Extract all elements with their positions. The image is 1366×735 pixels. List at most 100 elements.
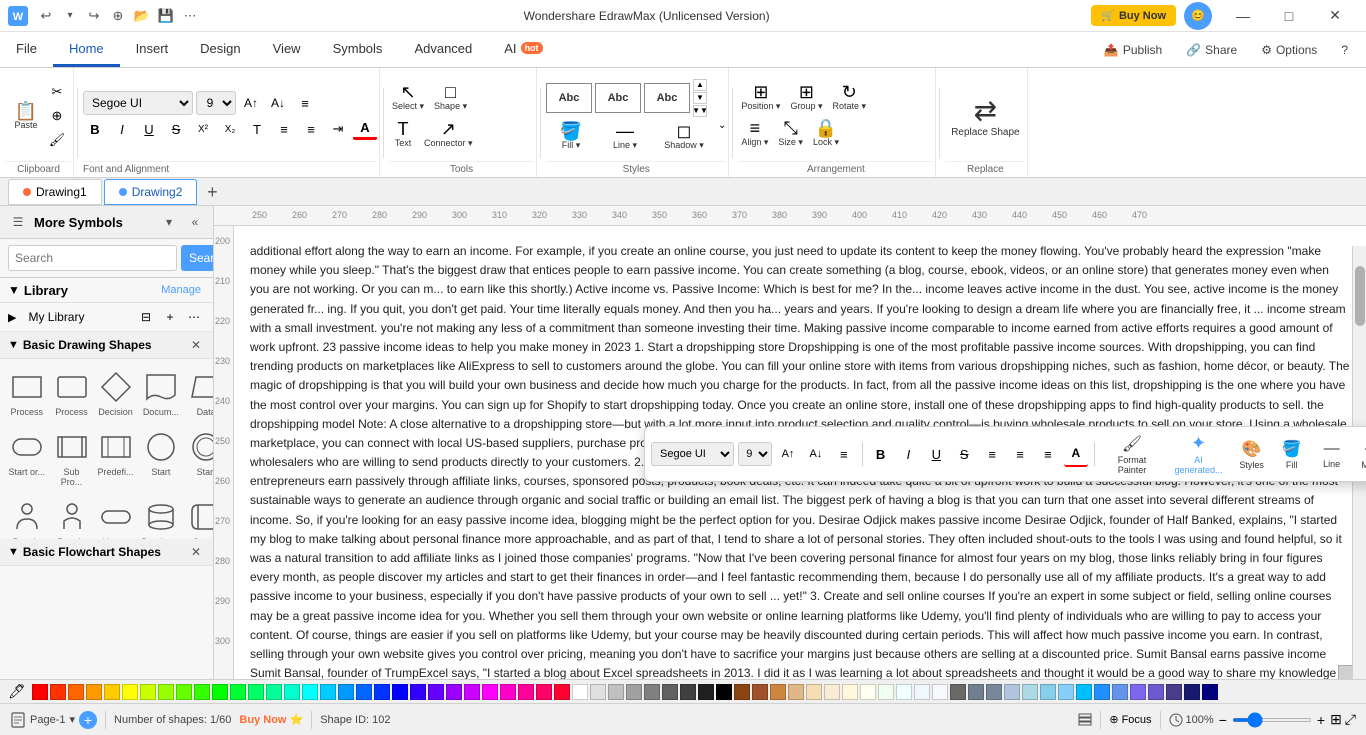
close-button[interactable]: ✕ (1312, 0, 1358, 32)
color-swatch[interactable] (122, 684, 138, 700)
redo-button[interactable]: ↪ (82, 4, 106, 28)
connector-button[interactable]: ↗ Connector ▾ (421, 118, 476, 151)
options-button[interactable]: ⚙ Options (1251, 39, 1327, 61)
tab-drawing1[interactable]: Drawing1 (8, 179, 102, 205)
increase-font-button[interactable]: A↑ (239, 92, 263, 114)
ft-more[interactable]: ⋯ More (1354, 437, 1366, 472)
shape-process-2[interactable]: Process (52, 365, 92, 421)
align-button[interactable]: ≡ Align ▾ (738, 117, 771, 150)
text-button[interactable]: T Text (389, 118, 417, 151)
add-tab-button[interactable]: + (199, 179, 225, 205)
user-avatar[interactable]: 😊 (1184, 2, 1212, 30)
color-swatch[interactable] (176, 684, 192, 700)
group-button[interactable]: ⊞ Group ▾ (787, 81, 825, 114)
section-basic-flowchart[interactable]: ▼ Basic Flowchart Shapes ✕ (0, 539, 213, 566)
line-style-button[interactable]: — Line ▾ (600, 120, 650, 153)
buy-now-status[interactable]: Buy Now ⭐ (239, 713, 303, 726)
color-swatch[interactable] (788, 684, 804, 700)
color-swatch[interactable] (1004, 684, 1020, 700)
cut-button[interactable]: ✂ (45, 81, 69, 103)
style-scroll-up[interactable]: ▲ (693, 79, 707, 91)
shape-person-1[interactable]: People (6, 495, 48, 539)
style-box-1[interactable]: Abc (546, 83, 592, 113)
color-swatch[interactable] (860, 684, 876, 700)
color-swatch[interactable] (626, 684, 642, 700)
shape-database[interactable]: Database (140, 495, 183, 539)
menu-insert[interactable]: Insert (120, 32, 185, 67)
page-dropdown[interactable]: ▾ (69, 713, 75, 726)
style-box-3[interactable]: Abc (644, 83, 690, 113)
strikethrough-button[interactable]: S (164, 118, 188, 140)
color-swatch[interactable] (644, 684, 660, 700)
section-basic-drawing[interactable]: ▼ Basic Drawing Shapes ✕ (0, 332, 213, 359)
help-button[interactable]: ? (1331, 39, 1358, 61)
section-close-1[interactable]: ✕ (187, 336, 205, 354)
superscript-button[interactable]: X² (191, 118, 215, 140)
undo-dropdown[interactable]: ▾ (58, 4, 82, 28)
my-library-add[interactable]: + (159, 306, 181, 328)
my-library-collapse[interactable]: ⊟ (135, 306, 157, 328)
zoom-plus[interactable]: + (1315, 712, 1327, 728)
tab-drawing2[interactable]: Drawing2 (104, 179, 198, 205)
color-swatch[interactable] (302, 684, 318, 700)
color-swatch[interactable] (824, 684, 840, 700)
color-swatch[interactable] (1166, 684, 1182, 700)
format-painter-button[interactable]: 🖌 (45, 129, 69, 151)
numbered-list-button[interactable]: ≡ (299, 118, 323, 140)
color-swatch[interactable] (266, 684, 282, 700)
color-swatch[interactable] (968, 684, 984, 700)
color-swatch[interactable] (500, 684, 516, 700)
style-box-2[interactable]: Abc (595, 83, 641, 113)
fill-button[interactable]: 🪣 Fill ▾ (546, 120, 596, 153)
search-button[interactable]: Search (181, 245, 214, 271)
color-swatch[interactable] (518, 684, 534, 700)
color-swatch[interactable] (1184, 684, 1200, 700)
menu-ai[interactable]: AI hot (488, 32, 558, 67)
text-style-button[interactable]: T (245, 118, 269, 140)
share-button[interactable]: 🔗 Share (1176, 39, 1247, 61)
italic-button[interactable]: I (110, 118, 134, 140)
color-swatch[interactable] (806, 684, 822, 700)
color-swatch[interactable] (68, 684, 84, 700)
ft-shrink-font[interactable]: A↓ (804, 441, 828, 467)
color-swatch[interactable] (698, 684, 714, 700)
ft-font-select[interactable]: Segoe UI (651, 442, 734, 466)
menu-design[interactable]: Design (184, 32, 256, 67)
zoom-slider[interactable] (1232, 718, 1312, 722)
font-family-select[interactable]: Segoe UI (83, 91, 193, 115)
bullet-list-button[interactable]: ≡ (272, 118, 296, 140)
buy-now-button[interactable]: 🛒 Buy Now (1091, 5, 1176, 26)
shape-start-circle-2[interactable]: Start (186, 425, 213, 491)
shape-document[interactable]: Docum... (140, 365, 183, 421)
color-swatch[interactable] (230, 684, 246, 700)
ft-bullet[interactable]: ≡ (1008, 441, 1032, 467)
shape-data[interactable]: Data (186, 365, 213, 421)
ft-list[interactable]: ≡ (980, 441, 1004, 467)
color-swatch[interactable] (1130, 684, 1146, 700)
undo-button[interactable]: ↩ (34, 4, 58, 28)
color-swatch[interactable] (1148, 684, 1164, 700)
size-button[interactable]: ⤡ Size ▾ (775, 117, 806, 150)
my-library-row[interactable]: ▶ My Library ⊟ + ⋯ (0, 303, 213, 332)
color-swatch[interactable] (662, 684, 678, 700)
color-swatch[interactable] (248, 684, 264, 700)
color-swatch[interactable] (1112, 684, 1128, 700)
ft-ai[interactable]: ✦ AI generated... (1167, 431, 1229, 477)
ft-size-select[interactable]: 9 (738, 442, 772, 466)
color-swatch[interactable] (680, 684, 696, 700)
layers-control[interactable] (1078, 713, 1092, 727)
ft-align[interactable]: ≡ (832, 441, 856, 467)
color-swatch[interactable] (932, 684, 948, 700)
ft-italic[interactable]: I (897, 441, 921, 467)
color-swatch[interactable] (212, 684, 228, 700)
replace-shape-button[interactable]: ⇄ Replace Shape (945, 76, 1025, 156)
add-page-button[interactable]: + (79, 711, 97, 729)
styles-expand[interactable]: ⌄ (718, 120, 726, 153)
underline-button[interactable]: U (137, 118, 161, 140)
ft-grow-font[interactable]: A↑ (776, 441, 800, 467)
color-swatch[interactable] (734, 684, 750, 700)
color-swatch[interactable] (770, 684, 786, 700)
color-swatch[interactable] (842, 684, 858, 700)
position-button[interactable]: ⊞ Position ▾ (738, 81, 783, 114)
ft-font-color[interactable]: A (1064, 441, 1088, 467)
